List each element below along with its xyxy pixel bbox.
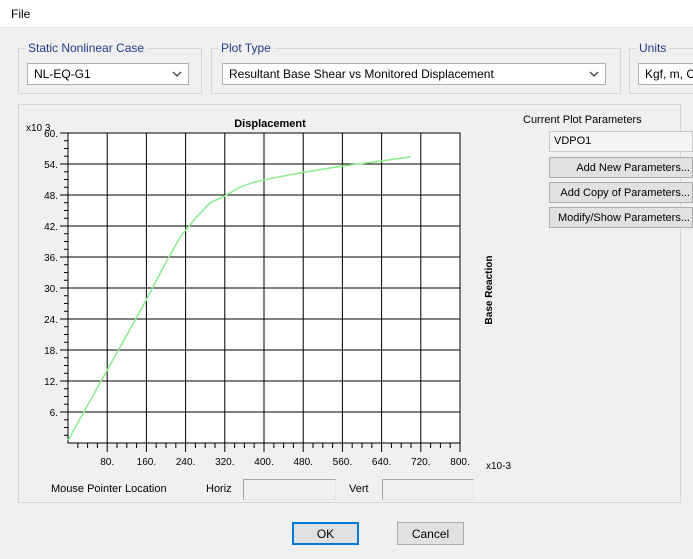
chart-title: Displacement bbox=[234, 118, 306, 130]
x-multiplier-label: x10-3 bbox=[486, 461, 511, 472]
x-tick-label: 800. bbox=[450, 457, 469, 468]
x-tick-label: 560. bbox=[333, 457, 352, 468]
add-copy-of-parameters-button[interactable]: Add Copy of Parameters... bbox=[549, 182, 693, 203]
ok-button[interactable]: OK bbox=[292, 522, 359, 545]
x-tick-label: 240. bbox=[176, 457, 195, 468]
current-plot-parameters-list[interactable]: VDPO1 bbox=[549, 131, 693, 152]
x-tick-label: 320. bbox=[215, 457, 234, 468]
y-tick-label: 54. bbox=[44, 160, 58, 171]
pushover-chart: 80. 160. 240. 320. 400. 480. 560. 640. 720. 800. … bbox=[26, 118, 511, 472]
y-tick-label: 42. bbox=[44, 222, 58, 233]
current-plot-parameter-item: VDPO1 bbox=[554, 135, 592, 147]
y-tick-label: 24. bbox=[44, 315, 58, 326]
horiz-label: Horiz bbox=[206, 483, 232, 495]
x-tick-label: 400. bbox=[254, 457, 273, 468]
x-tick-label: 640. bbox=[372, 457, 391, 468]
mouse-pointer-location-label: Mouse Pointer Location bbox=[51, 483, 167, 495]
y-tick-labels: 6.12.18.24.30.36.42.48.54.60. bbox=[44, 129, 58, 419]
cancel-button[interactable]: Cancel bbox=[397, 522, 464, 545]
y-tick-label: 30. bbox=[44, 284, 58, 295]
y-tick-label: 12. bbox=[44, 377, 58, 388]
horiz-readout bbox=[243, 479, 336, 500]
current-plot-parameters-label: Current Plot Parameters bbox=[523, 114, 642, 126]
y-multiplier-label: x10 3 bbox=[26, 123, 51, 134]
y-tick-label: 36. bbox=[44, 253, 58, 264]
x-tick-label: 480. bbox=[293, 457, 312, 468]
x-tick-label: 80. bbox=[100, 457, 114, 468]
add-new-parameters-button[interactable]: Add New Parameters... bbox=[549, 157, 693, 178]
modify-show-parameters-button[interactable]: Modify/Show Parameters... bbox=[549, 207, 693, 228]
vert-readout bbox=[382, 479, 474, 500]
x-tick-label: 160. bbox=[137, 457, 156, 468]
x-tick-label: 720. bbox=[411, 457, 430, 468]
y-tick-label: 6. bbox=[50, 408, 58, 419]
y-tick-label: 48. bbox=[44, 191, 58, 202]
y-tick-label: 18. bbox=[44, 346, 58, 357]
vert-label: Vert bbox=[349, 483, 369, 495]
y-axis-label: Base Reaction bbox=[484, 256, 495, 325]
x-tick-labels: 80. 160. 240. 320. 400. 480. 560. 640. 720. 800. bbox=[100, 457, 469, 468]
